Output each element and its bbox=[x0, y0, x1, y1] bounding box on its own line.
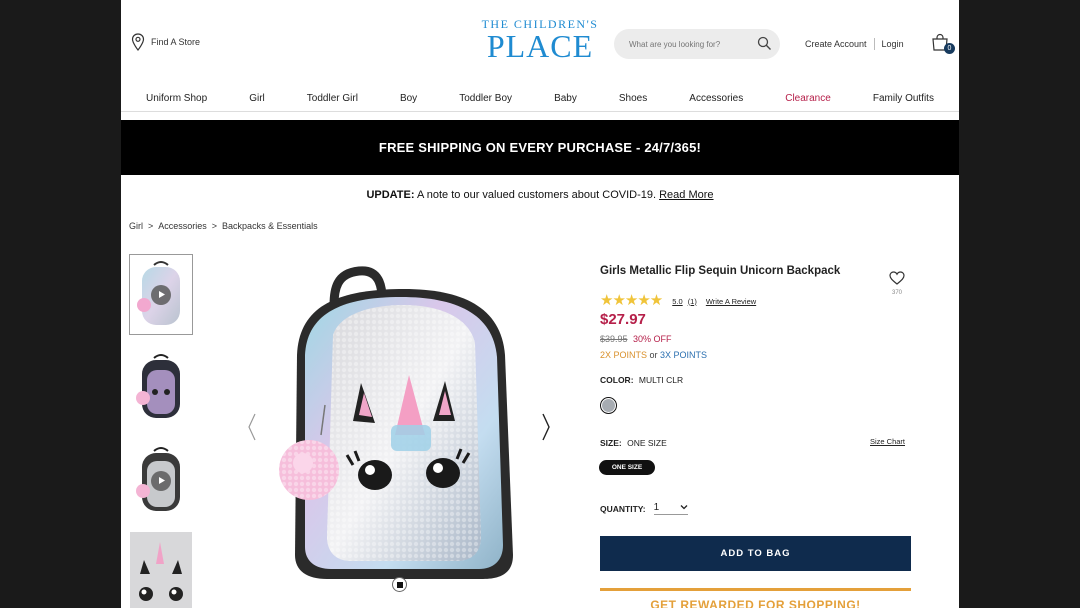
thumbnail-3[interactable] bbox=[129, 440, 193, 521]
find-store-label: Find A Store bbox=[151, 37, 201, 47]
create-account-link[interactable]: Create Account bbox=[805, 39, 867, 49]
swatch-fill bbox=[602, 399, 615, 412]
breadcrumb-girl[interactable]: Girl bbox=[129, 221, 143, 231]
sale-price: $27.97 bbox=[600, 311, 646, 328]
nav-item-toddler-girl[interactable]: Toddler Girl bbox=[307, 93, 358, 104]
size-option-one-size[interactable]: ONE SIZE bbox=[599, 460, 655, 475]
bag-count-badge: 0 bbox=[944, 43, 955, 54]
page: Find A Store THE CHILDREN'S PLACE Create… bbox=[121, 0, 959, 608]
breadcrumb: Girl > Accessories > Backpacks & Essenti… bbox=[129, 221, 318, 231]
color-label: COLOR: bbox=[600, 375, 634, 385]
star-rating-icon[interactable]: ★★★★★ bbox=[600, 293, 663, 308]
thumbnail-1[interactable] bbox=[129, 254, 193, 335]
chevron-down-icon bbox=[680, 505, 688, 510]
thumbnail-4[interactable] bbox=[129, 531, 193, 608]
account-divider bbox=[873, 38, 875, 50]
product-main-image[interactable] bbox=[269, 265, 531, 585]
original-price-row: $39.95 30% OFF bbox=[600, 334, 672, 344]
rewards-heading: GET REWARDED FOR SHOPPING! bbox=[650, 598, 861, 608]
rating-row: ★★★★★ 5.0 (1) Write A Review bbox=[600, 293, 756, 308]
favorites-count: 370 bbox=[891, 290, 902, 296]
nav-item-family-outfits[interactable]: Family Outfits bbox=[873, 93, 934, 104]
update-label: UPDATE: bbox=[366, 189, 415, 201]
video-play-icon bbox=[151, 470, 171, 491]
account-links: Create Account Login bbox=[805, 38, 904, 50]
logo-line2: PLACE bbox=[486, 28, 594, 64]
breadcrumb-separator: > bbox=[211, 221, 218, 231]
add-to-bag-button[interactable]: ADD TO BAG bbox=[600, 536, 911, 571]
site-logo[interactable]: THE CHILDREN'S PLACE bbox=[481, 18, 599, 62]
search-input[interactable] bbox=[629, 39, 751, 49]
nav-item-shoes[interactable]: Shoes bbox=[619, 93, 647, 104]
size-label: SIZE: bbox=[600, 438, 622, 448]
breadcrumb-separator: > bbox=[148, 221, 154, 231]
points-3x: 3X POINTS bbox=[660, 350, 708, 360]
quantity-label: QUANTITY: bbox=[600, 503, 646, 514]
discount-label: 30% OFF bbox=[633, 334, 672, 344]
rating-value[interactable]: 5.0 bbox=[672, 297, 682, 306]
quantity-row: QUANTITY: 1 bbox=[600, 502, 688, 515]
nav-item-toddler-boy[interactable]: Toddler Boy bbox=[459, 93, 512, 104]
size-label-row: SIZE: ONE SIZE bbox=[600, 438, 667, 448]
color-swatch-multi[interactable] bbox=[600, 397, 617, 414]
next-image-arrow-icon[interactable] bbox=[541, 412, 551, 442]
rewards-divider bbox=[600, 588, 911, 591]
nav-item-accessories[interactable]: Accessories bbox=[689, 93, 743, 104]
size-value: ONE SIZE bbox=[627, 438, 667, 448]
login-link[interactable]: Login bbox=[882, 39, 904, 49]
color-label-row: COLOR: MULTI CLR bbox=[600, 375, 683, 385]
image-carousel-dot[interactable] bbox=[392, 577, 407, 592]
nav-item-uniform-shop[interactable]: Uniform Shop bbox=[146, 93, 207, 104]
search-box bbox=[614, 29, 780, 59]
covid-update-notice: UPDATE: A note to our valued customers a… bbox=[121, 189, 959, 201]
backpack-thumbnail-image bbox=[136, 353, 180, 418]
previous-image-arrow-icon[interactable] bbox=[247, 412, 257, 442]
quantity-value: 1 bbox=[653, 502, 660, 513]
free-shipping-banner[interactable]: FREE SHIPPING ON EVERY PURCHASE - 24/7/3… bbox=[121, 120, 959, 175]
heart-icon bbox=[889, 271, 905, 285]
nav-item-clearance[interactable]: Clearance bbox=[785, 93, 831, 104]
size-chart-link[interactable]: Size Chart bbox=[870, 437, 905, 446]
original-price: $39.95 bbox=[600, 334, 628, 344]
points-2x: 2X POINTS bbox=[600, 350, 648, 360]
location-pin-icon bbox=[131, 33, 145, 51]
update-text: A note to our valued customers about COV… bbox=[414, 189, 660, 201]
breadcrumb-backpacks[interactable]: Backpacks & Essentials bbox=[222, 221, 318, 231]
write-review-link[interactable]: Write A Review bbox=[706, 297, 756, 306]
search-icon[interactable] bbox=[757, 36, 772, 51]
review-count[interactable]: (1) bbox=[688, 297, 697, 306]
nav-item-boy[interactable]: Boy bbox=[400, 93, 417, 104]
video-play-icon bbox=[151, 284, 171, 305]
main-nav: Uniform Shop Girl Toddler Girl Boy Toddl… bbox=[121, 86, 959, 112]
points-or: or bbox=[647, 350, 661, 360]
breadcrumb-accessories[interactable]: Accessories bbox=[158, 221, 207, 231]
shopping-bag-button[interactable]: 0 bbox=[931, 33, 955, 56]
read-more-link[interactable]: Read More bbox=[659, 189, 713, 201]
thumbnail-2[interactable] bbox=[129, 347, 193, 428]
quantity-select[interactable]: 1 bbox=[653, 502, 688, 515]
nav-item-baby[interactable]: Baby bbox=[554, 93, 577, 104]
find-store-link[interactable]: Find A Store bbox=[131, 33, 200, 51]
points-row: 2X POINTS or 3X POINTS bbox=[600, 350, 707, 360]
sequin-closeup-thumbnail bbox=[130, 532, 192, 608]
nav-item-girl[interactable]: Girl bbox=[249, 93, 265, 104]
product-title: Girls Metallic Flip Sequin Unicorn Backp… bbox=[600, 265, 841, 277]
color-value: MULTI CLR bbox=[638, 375, 684, 385]
favorite-button[interactable]: 370 bbox=[887, 271, 907, 296]
